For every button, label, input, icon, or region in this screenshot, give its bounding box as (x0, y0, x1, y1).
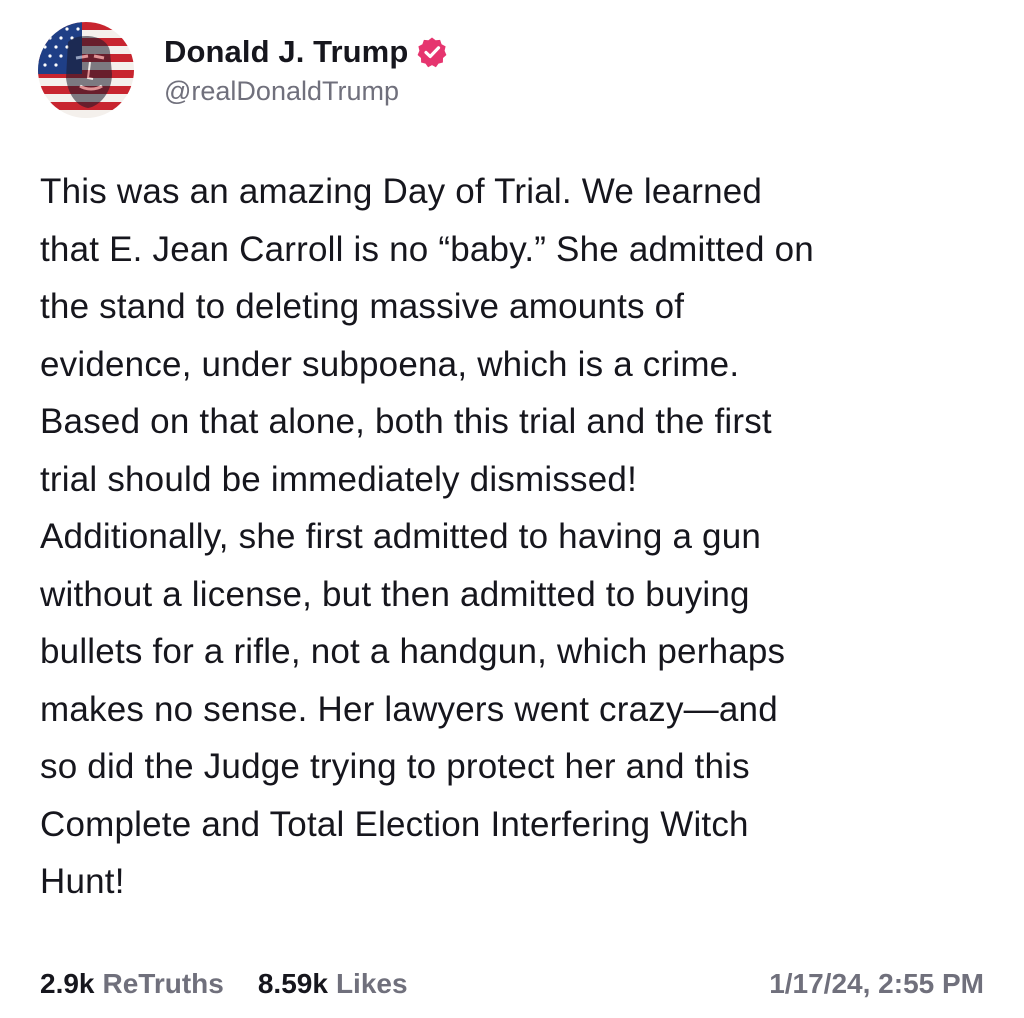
post-header: Donald J. Trump @realDonaldTrump (38, 22, 448, 118)
post-body-line: Hunt! (40, 862, 125, 901)
avatar[interactable] (38, 22, 134, 118)
post-body-line: Complete and Total Election Interfering … (40, 804, 749, 844)
post-timestamp[interactable]: 1/17/24, 2:55 PM (769, 968, 984, 1000)
likes-stat[interactable]: 8.59k Likes (258, 968, 408, 1000)
retruths-label: ReTruths (102, 968, 224, 999)
author-name-row: Donald J. Trump (164, 34, 448, 70)
post-body-line: without a license, but then admitted to … (40, 574, 750, 614)
retruths-stat[interactable]: 2.9k ReTruths (40, 968, 224, 1000)
verified-badge-icon (416, 36, 448, 68)
post-body-line: makes no sense. Her lawyers went crazy—a… (40, 689, 778, 729)
post-body-line: evidence, under subpoena, which is a cri… (40, 344, 740, 384)
likes-label: Likes (335, 968, 408, 999)
post-body-line: This was an amazing Day of Trial. We lea… (40, 172, 763, 211)
retruths-count: 2.9k (40, 968, 95, 999)
post-body-line: bullets for a rifle, not a handgun, whic… (40, 632, 786, 671)
post-body-line: trial should be immediately dismissed! (40, 459, 638, 499)
author-display-name[interactable]: Donald J. Trump (164, 34, 408, 70)
likes-count: 8.59k (257, 968, 328, 999)
post-body-line: Based on that alone, both this trial and… (40, 402, 772, 441)
post-footer: 2.9k ReTruths 8.59k Likes 1/17/24, 2:55 … (40, 962, 984, 1006)
post-body-line: that E. Jean Carroll is no “baby.” She a… (40, 229, 814, 269)
post-body-line: Additionally, she first admitted to havi… (40, 517, 762, 556)
author-handle[interactable]: @realDonaldTrump (164, 76, 448, 107)
post-body: This was an amazing Day of Trial. We lea… (40, 163, 1000, 911)
post-body-line: the stand to deleting massive amounts of (40, 287, 685, 326)
flag-portrait-avatar-icon (38, 22, 134, 118)
author-info: Donald J. Trump @realDonaldTrump (164, 34, 448, 107)
post-body-line: so did the Judge trying to protect her a… (40, 747, 750, 786)
